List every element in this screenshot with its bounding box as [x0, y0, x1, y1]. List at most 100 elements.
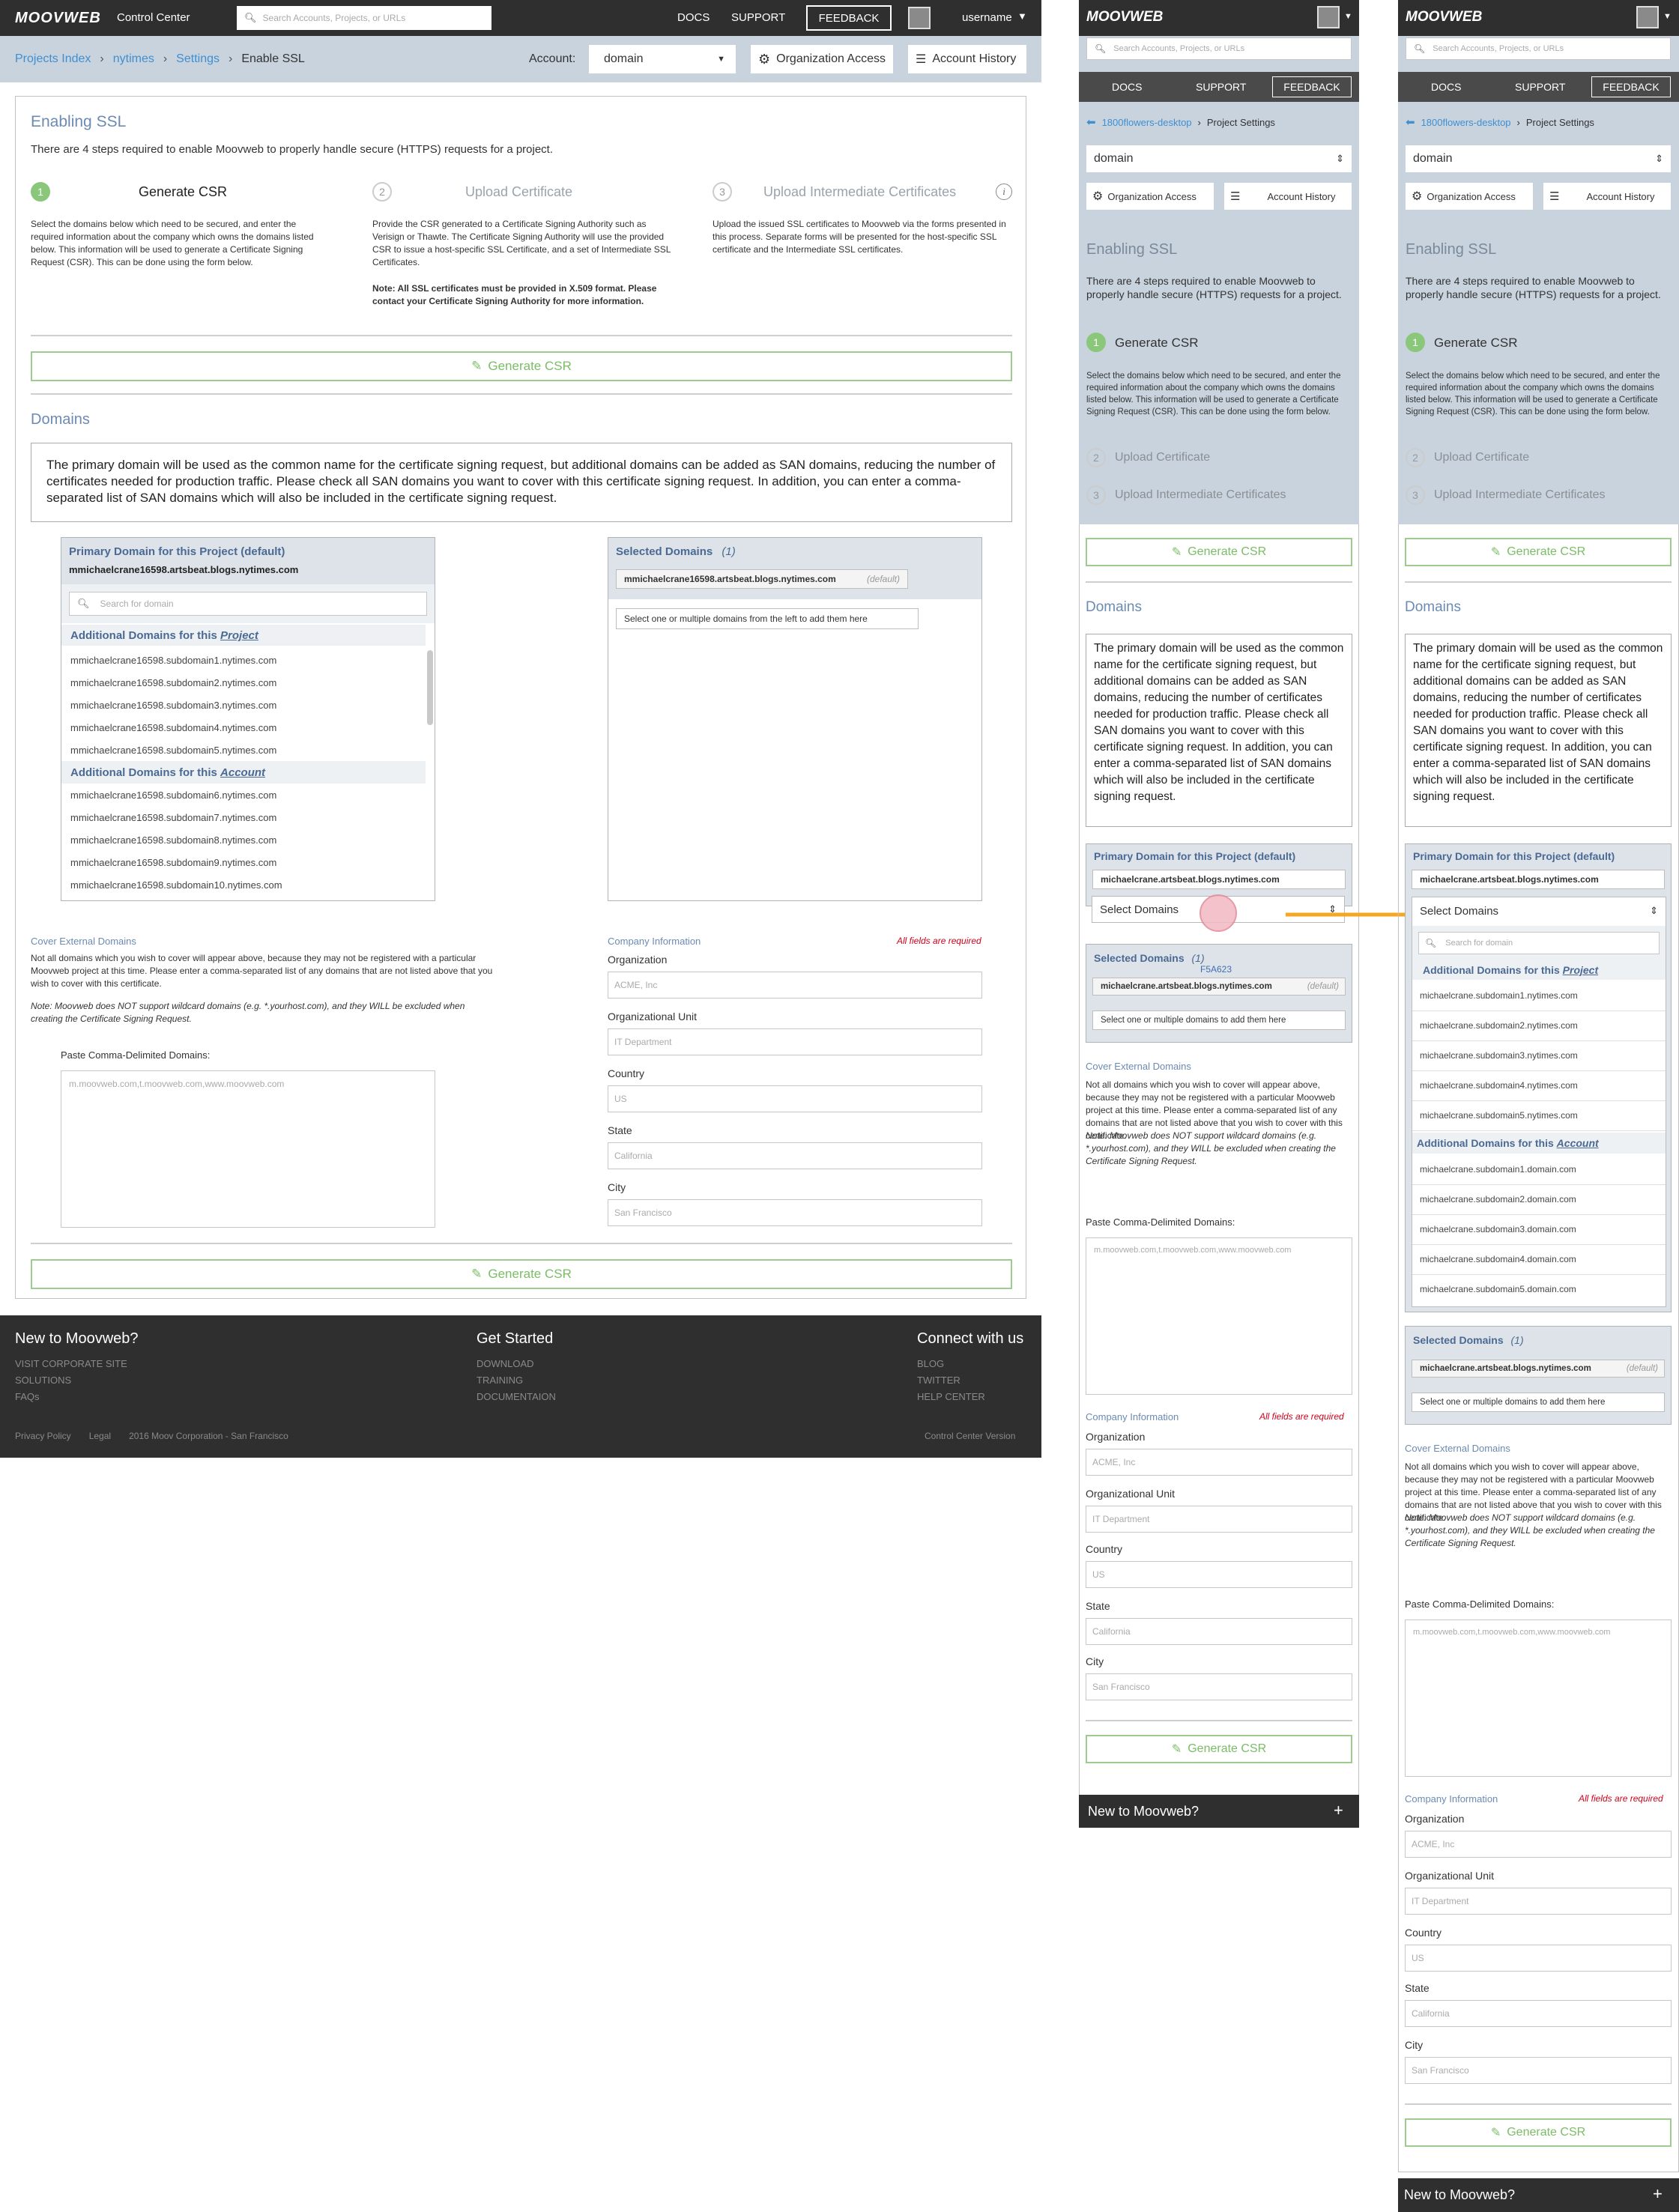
list-item[interactable]: michaelcrane.subdomain3.domain.com: [1412, 1215, 1666, 1245]
search-input[interactable]: 🔍︎ Search Accounts, Projects, or URLs: [237, 6, 491, 30]
footer-link[interactable]: TRAINING: [477, 1372, 556, 1389]
footer-link[interactable]: HELP CENTER: [917, 1389, 985, 1405]
nav-support[interactable]: SUPPORT: [731, 11, 785, 24]
country-input[interactable]: US: [608, 1085, 982, 1112]
generate-csr-bottom-button[interactable]: ✎ Generate CSR: [31, 1259, 1012, 1289]
footer-link[interactable]: SOLUTIONS: [15, 1372, 127, 1389]
organizational-unit-input[interactable]: IT Department: [608, 1028, 982, 1055]
nav-support[interactable]: SUPPORT: [1196, 81, 1246, 93]
organization-access-button[interactable]: ⚙ Organization Access: [1086, 183, 1214, 210]
selected-domain-chip[interactable]: mmichaelcrane16598.artsbeat.blogs.nytime…: [616, 569, 908, 589]
country-input[interactable]: US: [1405, 1945, 1672, 1972]
domain-search-input[interactable]: 🔍︎ Search for domain: [69, 592, 427, 616]
chevron-down-icon[interactable]: ▼: [1663, 12, 1672, 21]
feedback-button[interactable]: FEEDBACK: [1591, 76, 1671, 97]
organization-input[interactable]: ACME, Inc: [608, 972, 982, 999]
list-item[interactable]: mmichaelcrane16598.subdomain9.nytimes.co…: [70, 857, 276, 868]
breadcrumb-project-link[interactable]: 1800flowers-desktop: [1102, 117, 1192, 128]
list-item[interactable]: mmichaelcrane16598.subdomain2.nytimes.co…: [70, 677, 276, 688]
feedback-button[interactable]: FEEDBACK: [1272, 76, 1352, 97]
organizational-unit-input[interactable]: IT Department: [1086, 1506, 1352, 1533]
account-select[interactable]: domain ▼: [589, 45, 736, 73]
city-input[interactable]: San Francisco: [608, 1199, 982, 1226]
paste-domains-textarea[interactable]: m.moovweb.com,t.moovweb.com,www.moovweb.…: [1086, 1237, 1352, 1395]
list-item[interactable]: mmichaelcrane16598.subdomain1.nytimes.co…: [70, 655, 276, 666]
feedback-button[interactable]: FEEDBACK: [806, 5, 892, 31]
list-item[interactable]: michaelcrane.subdomain2.nytimes.com: [1412, 1011, 1666, 1041]
list-item[interactable]: mmichaelcrane16598.subdomain6.nytimes.co…: [70, 790, 276, 801]
account-history-button[interactable]: ☰ Account History: [1224, 183, 1352, 210]
footer-link[interactable]: TWITTER: [917, 1372, 985, 1389]
organization-input[interactable]: ACME, Inc: [1086, 1449, 1352, 1476]
nav-docs[interactable]: DOCS: [677, 11, 710, 24]
nav-docs[interactable]: DOCS: [1431, 81, 1461, 93]
paste-domains-textarea[interactable]: m.moovweb.com,t.moovweb.com,www.moovweb.…: [61, 1070, 435, 1228]
domain-list-scrollbar[interactable]: [427, 650, 433, 725]
privacy-policy-link[interactable]: Privacy Policy: [15, 1431, 71, 1441]
footer-link[interactable]: DOWNLOAD: [477, 1356, 556, 1372]
generate-csr-button[interactable]: ✎ Generate CSR: [31, 351, 1012, 381]
list-item[interactable]: michaelcrane.subdomain5.domain.com: [1412, 1275, 1666, 1305]
state-input[interactable]: California: [608, 1142, 982, 1169]
select-domains-dropdown[interactable]: Select Domains ⇕: [1412, 897, 1666, 924]
legal-link[interactable]: Legal: [89, 1431, 111, 1441]
generate-csr-bottom-button[interactable]: ✎ Generate CSR: [1086, 1735, 1352, 1763]
back-arrow-icon[interactable]: ⬅︎: [1406, 115, 1415, 129]
domain-search-input[interactable]: 🔍︎ Search for domain: [1418, 932, 1660, 954]
list-item[interactable]: michaelcrane.subdomain4.domain.com: [1412, 1245, 1666, 1275]
plus-icon[interactable]: +: [1653, 2184, 1663, 2204]
list-item[interactable]: mmichaelcrane16598.subdomain7.nytimes.co…: [70, 812, 276, 823]
username-menu[interactable]: username: [962, 11, 1012, 24]
nav-support[interactable]: SUPPORT: [1515, 81, 1565, 93]
list-item[interactable]: michaelcrane.subdomain5.nytimes.com: [1412, 1101, 1666, 1131]
list-item[interactable]: michaelcrane.subdomain3.nytimes.com: [1412, 1041, 1666, 1071]
footer-link[interactable]: VISIT CORPORATE SITE: [15, 1356, 127, 1372]
list-item[interactable]: michaelcrane.subdomain1.nytimes.com: [1412, 981, 1666, 1011]
account-select[interactable]: domain ⇕: [1086, 145, 1352, 172]
search-input[interactable]: 🔍︎ Search Accounts, Projects, or URLs: [1406, 37, 1671, 60]
breadcrumb-nytimes[interactable]: nytimes: [113, 52, 154, 66]
generate-csr-bottom-button[interactable]: ✎ Generate CSR: [1405, 2118, 1672, 2147]
nav-docs[interactable]: DOCS: [1112, 81, 1142, 93]
list-item[interactable]: mmichaelcrane16598.subdomain4.nytimes.co…: [70, 722, 276, 733]
footer-link[interactable]: BLOG: [917, 1356, 985, 1372]
breadcrumb-project-link[interactable]: 1800flowers-desktop: [1421, 117, 1511, 128]
chevron-down-icon[interactable]: ▼: [1344, 12, 1352, 21]
footer-link[interactable]: FAQs: [15, 1389, 127, 1405]
breadcrumb-settings[interactable]: Settings: [176, 52, 220, 66]
list-item[interactable]: mmichaelcrane16598.subdomain8.nytimes.co…: [70, 834, 276, 846]
paste-domains-textarea[interactable]: m.moovweb.com,t.moovweb.com,www.moovweb.…: [1405, 1619, 1672, 1777]
back-arrow-icon[interactable]: ⬅︎: [1086, 115, 1096, 129]
list-item[interactable]: michaelcrane.subdomain2.domain.com: [1412, 1185, 1666, 1215]
list-item[interactable]: michaelcrane.subdomain1.domain.com: [1412, 1155, 1666, 1185]
list-item[interactable]: mmichaelcrane16598.subdomain3.nytimes.co…: [70, 700, 276, 711]
organization-access-button[interactable]: ⚙ Organization Access: [1406, 183, 1533, 210]
search-input[interactable]: 🔍︎ Search Accounts, Projects, or URLs: [1086, 37, 1352, 60]
state-input[interactable]: California: [1405, 2000, 1672, 2027]
list-item[interactable]: mmichaelcrane16598.subdomain5.nytimes.co…: [70, 745, 276, 756]
organization-access-button[interactable]: ⚙ Organization Access: [751, 45, 893, 73]
city-input[interactable]: San Francisco: [1405, 2057, 1672, 2084]
footer-link[interactable]: DOCUMENTAION: [477, 1389, 556, 1405]
list-item[interactable]: mmichaelcrane16598.subdomain10.nytimes.c…: [70, 879, 282, 891]
selected-domain-chip[interactable]: michaelcrane.artsbeat.blogs.nytimes.com …: [1092, 978, 1346, 996]
generate-csr-button[interactable]: ✎ Generate CSR: [1405, 538, 1672, 566]
selected-domain-chip[interactable]: michaelcrane.artsbeat.blogs.nytimes.com …: [1412, 1360, 1665, 1378]
info-icon[interactable]: i: [996, 184, 1012, 200]
list-item[interactable]: michaelcrane.subdomain4.nytimes.com: [1412, 1071, 1666, 1101]
mobile-footer-bar[interactable]: New to Moovweb? +: [1398, 2178, 1679, 2212]
organization-input[interactable]: ACME, Inc: [1405, 1831, 1672, 1858]
avatar[interactable]: [1317, 6, 1340, 28]
plus-icon[interactable]: +: [1334, 1801, 1343, 1820]
city-input[interactable]: San Francisco: [1086, 1673, 1352, 1700]
avatar[interactable]: [1636, 6, 1659, 28]
chevron-down-icon[interactable]: ▼: [1017, 10, 1027, 22]
avatar[interactable]: [908, 7, 931, 29]
breadcrumb-projects-index[interactable]: Projects Index: [15, 52, 91, 66]
country-input[interactable]: US: [1086, 1561, 1352, 1588]
organizational-unit-input[interactable]: IT Department: [1405, 1888, 1672, 1915]
state-input[interactable]: California: [1086, 1618, 1352, 1645]
account-history-button[interactable]: ☰ Account History: [908, 45, 1026, 73]
account-select[interactable]: domain ⇕: [1406, 145, 1671, 172]
account-history-button[interactable]: ☰ Account History: [1543, 183, 1671, 210]
